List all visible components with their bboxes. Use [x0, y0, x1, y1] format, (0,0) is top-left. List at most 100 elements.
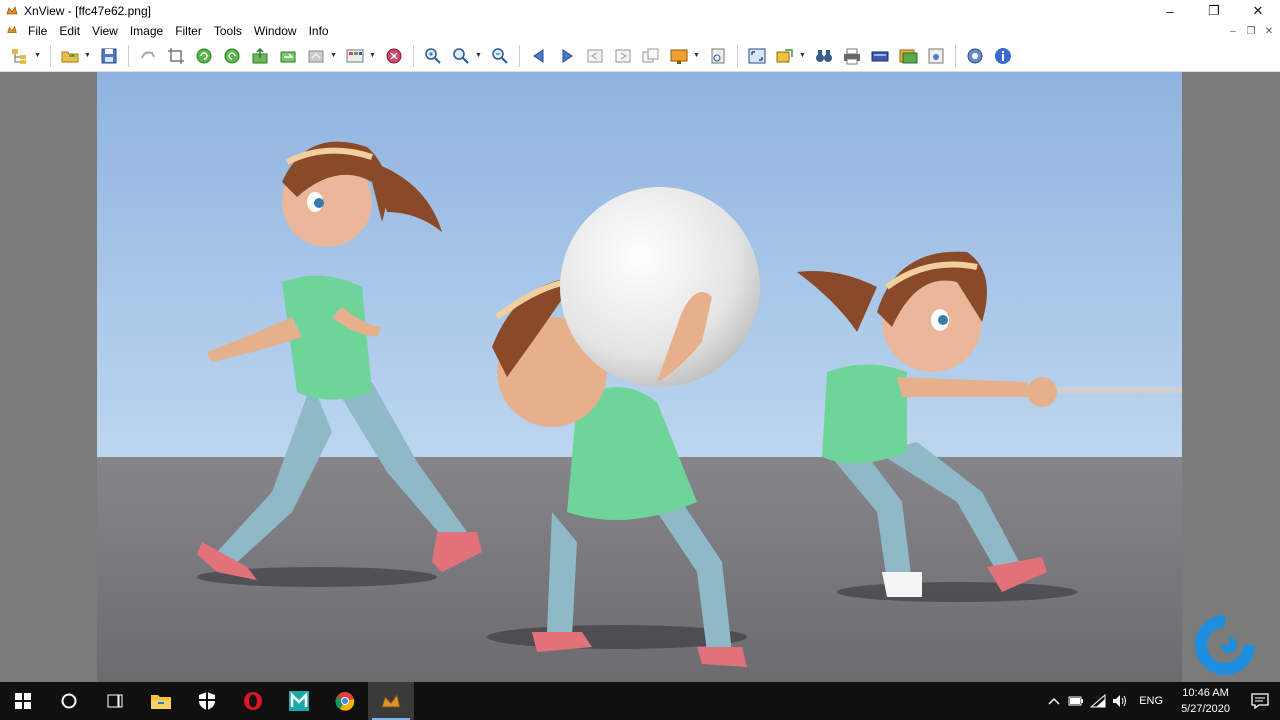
clock[interactable]: 10:46 AM 5/27/2020	[1171, 685, 1240, 717]
security-button[interactable]	[184, 682, 230, 720]
convert-dropdown-icon[interactable]: ▼	[799, 52, 807, 59]
doc-minimize-button[interactable]: –	[1224, 22, 1242, 40]
clock-date: 5/27/2020	[1181, 703, 1230, 715]
task-view-button[interactable]	[92, 682, 138, 720]
web-export-icon[interactable]	[304, 44, 328, 68]
toolbar-separator	[737, 44, 738, 67]
capture-icon[interactable]	[706, 44, 730, 68]
start-button[interactable]	[0, 682, 46, 720]
browser-tree-icon[interactable]	[8, 44, 32, 68]
restore-button[interactable]: ❐	[1192, 0, 1236, 22]
close-button[interactable]: ✕	[1236, 0, 1280, 22]
open-folder-icon[interactable]	[58, 44, 82, 68]
wifi-icon[interactable]	[1087, 682, 1109, 720]
cortana-icon	[61, 693, 77, 709]
xnview-icon	[381, 693, 401, 708]
taskbar: ENG 10:46 AM 5/27/2020	[0, 682, 1280, 720]
menu-info[interactable]: Info	[303, 24, 335, 38]
doc-close-button[interactable]: ✕	[1260, 22, 1278, 40]
crop-icon[interactable]	[164, 44, 188, 68]
adjust-icon[interactable]	[343, 44, 367, 68]
system-tray: ENG 10:46 AM 5/27/2020	[1043, 682, 1280, 720]
volume-icon[interactable]	[1109, 682, 1131, 720]
binoculars-icon[interactable]	[812, 44, 836, 68]
show-hidden-icons-icon[interactable]	[1043, 682, 1065, 720]
adjust-dropdown-icon[interactable]: ▼	[369, 52, 377, 59]
last-icon[interactable]	[611, 44, 635, 68]
xnview-app-icon[interactable]	[4, 3, 20, 19]
menu-edit[interactable]: Edit	[53, 24, 86, 38]
set-wallpaper-icon[interactable]	[667, 44, 691, 68]
image-viewer[interactable]	[0, 72, 1280, 682]
slideshow-icon[interactable]	[382, 44, 406, 68]
notification-icon	[1251, 693, 1269, 709]
xnview-window: XnView - [ffc47e62.png] – ❐ ✕ File Edit …	[0, 0, 1280, 720]
fullscreen-icon[interactable]	[745, 44, 769, 68]
rotate-left-icon[interactable]	[192, 44, 216, 68]
file-explorer-icon	[151, 695, 171, 709]
previous-icon[interactable]	[527, 44, 551, 68]
export-icon[interactable]	[248, 44, 272, 68]
chrome-icon	[335, 692, 355, 711]
document-menu-icon[interactable]	[6, 24, 22, 39]
menu-view[interactable]: View	[86, 24, 124, 38]
watermark-logo	[1185, 607, 1265, 682]
zoom-out-icon[interactable]	[488, 44, 512, 68]
about-icon[interactable]	[991, 44, 1015, 68]
menu-filter[interactable]: Filter	[169, 24, 208, 38]
file-explorer-button[interactable]	[138, 682, 184, 720]
maya-icon	[289, 691, 309, 711]
windows-icon	[15, 693, 31, 709]
zoom-in-icon[interactable]	[421, 44, 445, 68]
menu-bar: File Edit View Image Filter Tools Window…	[0, 22, 1280, 40]
toolbar-separator	[50, 44, 51, 67]
opera-icon	[244, 692, 262, 710]
window-title: XnView - [ffc47e62.png]	[24, 4, 151, 18]
fit-icon[interactable]	[639, 44, 663, 68]
first-icon[interactable]	[583, 44, 607, 68]
menu-file[interactable]: File	[22, 24, 53, 38]
zoom-icon[interactable]	[449, 44, 473, 68]
convert-icon[interactable]	[773, 44, 797, 68]
minimize-button[interactable]: –	[1148, 0, 1192, 22]
next-icon[interactable]	[555, 44, 579, 68]
open-dropdown-icon[interactable]: ▼	[84, 52, 92, 59]
menu-image[interactable]: Image	[124, 24, 169, 38]
opera-button[interactable]	[230, 682, 276, 720]
wallpaper-dropdown-icon[interactable]: ▼	[693, 52, 701, 59]
xnview-taskbar-button[interactable]	[368, 682, 414, 720]
menu-window[interactable]: Window	[248, 24, 303, 38]
window-controls: – ❐ ✕	[1148, 0, 1280, 22]
language-indicator[interactable]: ENG	[1131, 695, 1171, 707]
send-icon[interactable]	[276, 44, 300, 68]
undo-icon[interactable]	[136, 44, 160, 68]
browser-dropdown-icon[interactable]: ▼	[34, 52, 42, 59]
save-icon[interactable]	[97, 44, 121, 68]
action-center-button[interactable]	[1240, 682, 1280, 720]
shield-icon	[199, 692, 215, 710]
toolbar-separator	[413, 44, 414, 67]
title-bar: XnView - [ffc47e62.png] – ❐ ✕	[0, 0, 1280, 22]
slideshow-window-icon[interactable]	[896, 44, 920, 68]
chrome-button[interactable]	[322, 682, 368, 720]
clock-time: 10:46 AM	[1182, 687, 1229, 699]
doc-restore-button[interactable]: ❐	[1242, 22, 1260, 40]
menu-tools[interactable]: Tools	[208, 24, 248, 38]
print-icon[interactable]	[840, 44, 864, 68]
toolbar-separator	[955, 44, 956, 67]
toolbar-separator	[128, 44, 129, 67]
web-export-dropdown-icon[interactable]: ▼	[330, 52, 338, 59]
displayed-image[interactable]	[97, 72, 1182, 682]
task-view-icon	[107, 694, 123, 708]
zoom-dropdown-icon[interactable]: ▼	[475, 52, 483, 59]
scan-icon[interactable]	[868, 44, 892, 68]
screenshot-icon[interactable]	[924, 44, 948, 68]
document-window-controls: – ❐ ✕	[1224, 22, 1278, 40]
toolbar-separator	[519, 44, 520, 67]
toolbar: ▼ ▼ ▼ ▼ ▼ ▼ ▼	[0, 40, 1280, 72]
cortana-button[interactable]	[46, 682, 92, 720]
rotate-right-icon[interactable]	[220, 44, 244, 68]
maya-button[interactable]	[276, 682, 322, 720]
battery-icon[interactable]	[1065, 682, 1087, 720]
settings-icon[interactable]	[963, 44, 987, 68]
